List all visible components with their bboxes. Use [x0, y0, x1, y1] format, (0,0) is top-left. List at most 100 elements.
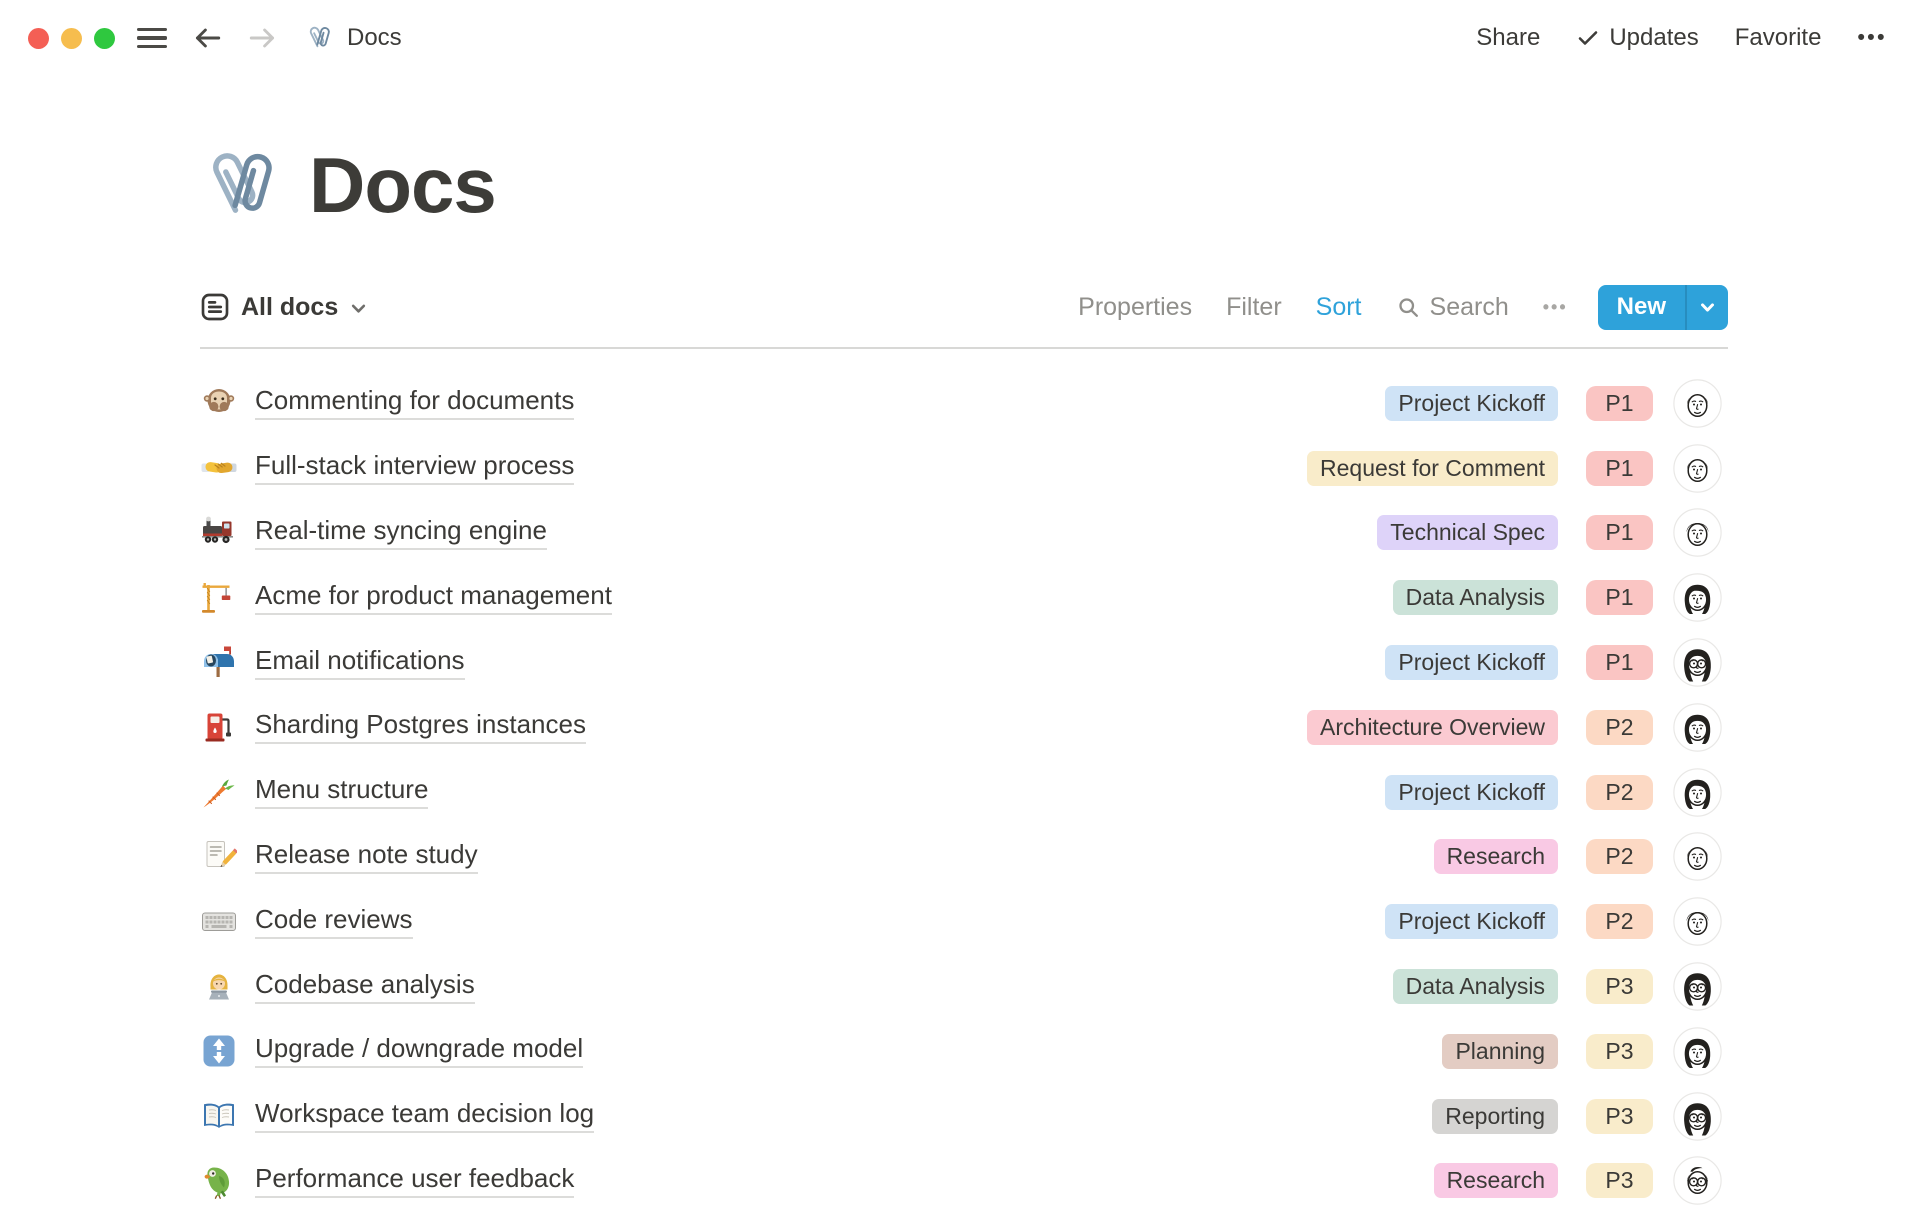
doc-row[interactable]: Menu structure Project Kickoff P2: [200, 760, 1728, 825]
priority-badge: P1: [1586, 451, 1653, 486]
doc-type-tag: Technical Spec: [1377, 515, 1558, 550]
doc-row[interactable]: Release note study Research P2: [200, 825, 1728, 890]
favorite-button[interactable]: Favorite: [1735, 24, 1822, 52]
doc-title-link[interactable]: Real-time syncing engine: [255, 516, 547, 550]
doc-title-link[interactable]: Full-stack interview process: [255, 451, 574, 485]
filter-button[interactable]: Filter: [1226, 293, 1282, 322]
doc-title-link[interactable]: Email notifications: [255, 646, 465, 680]
doc-title-link[interactable]: Menu structure: [255, 775, 428, 809]
priority-badge: P1: [1586, 386, 1653, 421]
open-book-icon: [200, 1098, 238, 1134]
handshake-icon: [200, 450, 238, 486]
doc-row[interactable]: Email notifications Project Kickoff P1: [200, 630, 1728, 695]
doc-type-tag: Project Kickoff: [1385, 775, 1558, 810]
doc-title-link[interactable]: Acme for product management: [255, 581, 612, 615]
minimize-window-button[interactable]: [61, 28, 82, 49]
page-title: Docs: [309, 140, 496, 231]
priority-badge: P2: [1586, 775, 1653, 810]
assignee-avatar-woman-bob: [1673, 703, 1722, 752]
page-header: Docs: [199, 140, 496, 231]
doc-row[interactable]: Sharding Postgres instances Architecture…: [200, 695, 1728, 760]
share-button[interactable]: Share: [1476, 24, 1540, 52]
doc-type-tag: Planning: [1442, 1034, 1558, 1069]
page-icon-linked-paperclips[interactable]: [199, 142, 287, 230]
doc-row[interactable]: Commenting for documents Project Kickoff…: [200, 371, 1728, 436]
doc-title-link[interactable]: Code reviews: [255, 905, 413, 939]
doc-row[interactable]: Full-stack interview process Request for…: [200, 436, 1728, 501]
speak-no-evil-monkey-icon: [200, 385, 238, 421]
new-doc-split-button: New: [1598, 285, 1728, 330]
doc-type-tag: Research: [1434, 839, 1558, 874]
close-window-button[interactable]: [28, 28, 49, 49]
search-icon: [1396, 295, 1421, 320]
doc-title-link[interactable]: Codebase analysis: [255, 970, 475, 1004]
priority-badge: P3: [1586, 1099, 1653, 1134]
doc-row[interactable]: Workspace team decision log Reporting P3: [200, 1084, 1728, 1149]
priority-badge: P1: [1586, 645, 1653, 680]
hamburger-menu-icon[interactable]: [137, 28, 167, 49]
properties-button[interactable]: Properties: [1078, 293, 1192, 322]
building-construction-icon: [200, 580, 238, 616]
doc-title-link[interactable]: Commenting for documents: [255, 386, 574, 420]
new-doc-button[interactable]: New: [1598, 285, 1685, 330]
doc-title-link[interactable]: Upgrade / downgrade model: [255, 1034, 583, 1068]
search-label: Search: [1430, 293, 1509, 322]
doc-type-tag: Project Kickoff: [1385, 904, 1558, 939]
doc-title-link[interactable]: Sharding Postgres instances: [255, 710, 586, 744]
new-doc-dropdown-button[interactable]: [1687, 285, 1728, 330]
memo-icon: [200, 839, 238, 875]
back-arrow-icon[interactable]: [191, 24, 223, 52]
carrot-icon: [200, 774, 238, 810]
doc-type-tag: Project Kickoff: [1385, 645, 1558, 680]
updates-label: Updates: [1609, 24, 1698, 52]
doc-row[interactable]: Acme for product management Data Analysi…: [200, 565, 1728, 630]
assignee-avatar-man-short-dark-hair: [1673, 379, 1722, 428]
doc-row[interactable]: Code reviews Project Kickoff P2: [200, 889, 1728, 954]
assignee-avatar-person-glasses-long-hair: [1673, 638, 1722, 687]
check-icon: [1576, 26, 1600, 50]
forward-arrow-icon[interactable]: [247, 24, 279, 52]
assignee-avatar-person-glasses-long-hair: [1673, 1092, 1722, 1141]
doc-row[interactable]: Real-time syncing engine Technical Spec …: [200, 501, 1728, 566]
search-button[interactable]: Search: [1396, 293, 1509, 322]
doc-type-tag: Project Kickoff: [1385, 386, 1558, 421]
view-toolbar: All docs Properties Filter Sort Search •…: [200, 283, 1728, 331]
doc-list-icon: [200, 292, 230, 322]
assignee-avatar-man-round-face: [1673, 897, 1722, 946]
locomotive-icon: [200, 515, 238, 551]
toolbar-more-button[interactable]: •••: [1543, 297, 1568, 318]
view-selector-button[interactable]: All docs: [200, 292, 368, 322]
priority-badge: P1: [1586, 515, 1653, 550]
priority-badge: P2: [1586, 839, 1653, 874]
assignee-avatar-man-glasses-quiff: [1673, 1156, 1722, 1205]
sort-button[interactable]: Sort: [1316, 293, 1362, 322]
updates-button[interactable]: Updates: [1576, 24, 1698, 52]
doc-row[interactable]: Performance user feedback Research P3: [200, 1149, 1728, 1213]
priority-badge: P2: [1586, 710, 1653, 745]
more-options-button[interactable]: •••: [1857, 26, 1887, 50]
assignee-avatar-woman-side-part: [1673, 573, 1722, 622]
window-controls: [28, 28, 115, 49]
priority-badge: P3: [1586, 969, 1653, 1004]
doc-title-link[interactable]: Release note study: [255, 840, 478, 874]
priority-badge: P2: [1586, 904, 1653, 939]
assignee-avatar-man-short-dark-hair: [1673, 444, 1722, 493]
doc-type-tag: Reporting: [1432, 1099, 1558, 1134]
doc-row[interactable]: Codebase analysis Data Analysis P3: [200, 954, 1728, 1019]
parrot-icon: [200, 1163, 238, 1199]
chevron-down-icon: [349, 299, 368, 318]
up-down-button-icon: [200, 1033, 238, 1069]
doc-type-tag: Data Analysis: [1393, 969, 1558, 1004]
priority-badge: P1: [1586, 580, 1653, 615]
doc-row[interactable]: Upgrade / downgrade model Planning P3: [200, 1019, 1728, 1084]
doc-list: Commenting for documents Project Kickoff…: [200, 371, 1728, 1213]
priority-badge: P3: [1586, 1034, 1653, 1069]
doc-title-link[interactable]: Workspace team decision log: [255, 1099, 594, 1133]
maximize-window-button[interactable]: [94, 28, 115, 49]
doc-title-link[interactable]: Performance user feedback: [255, 1164, 574, 1198]
assignee-avatar-man-round-face: [1673, 508, 1722, 557]
keyboard-icon: [200, 904, 238, 940]
doc-type-tag: Architecture Overview: [1307, 710, 1558, 745]
doc-type-tag: Research: [1434, 1163, 1558, 1198]
assignee-avatar-person-glasses-long-hair: [1673, 962, 1722, 1011]
